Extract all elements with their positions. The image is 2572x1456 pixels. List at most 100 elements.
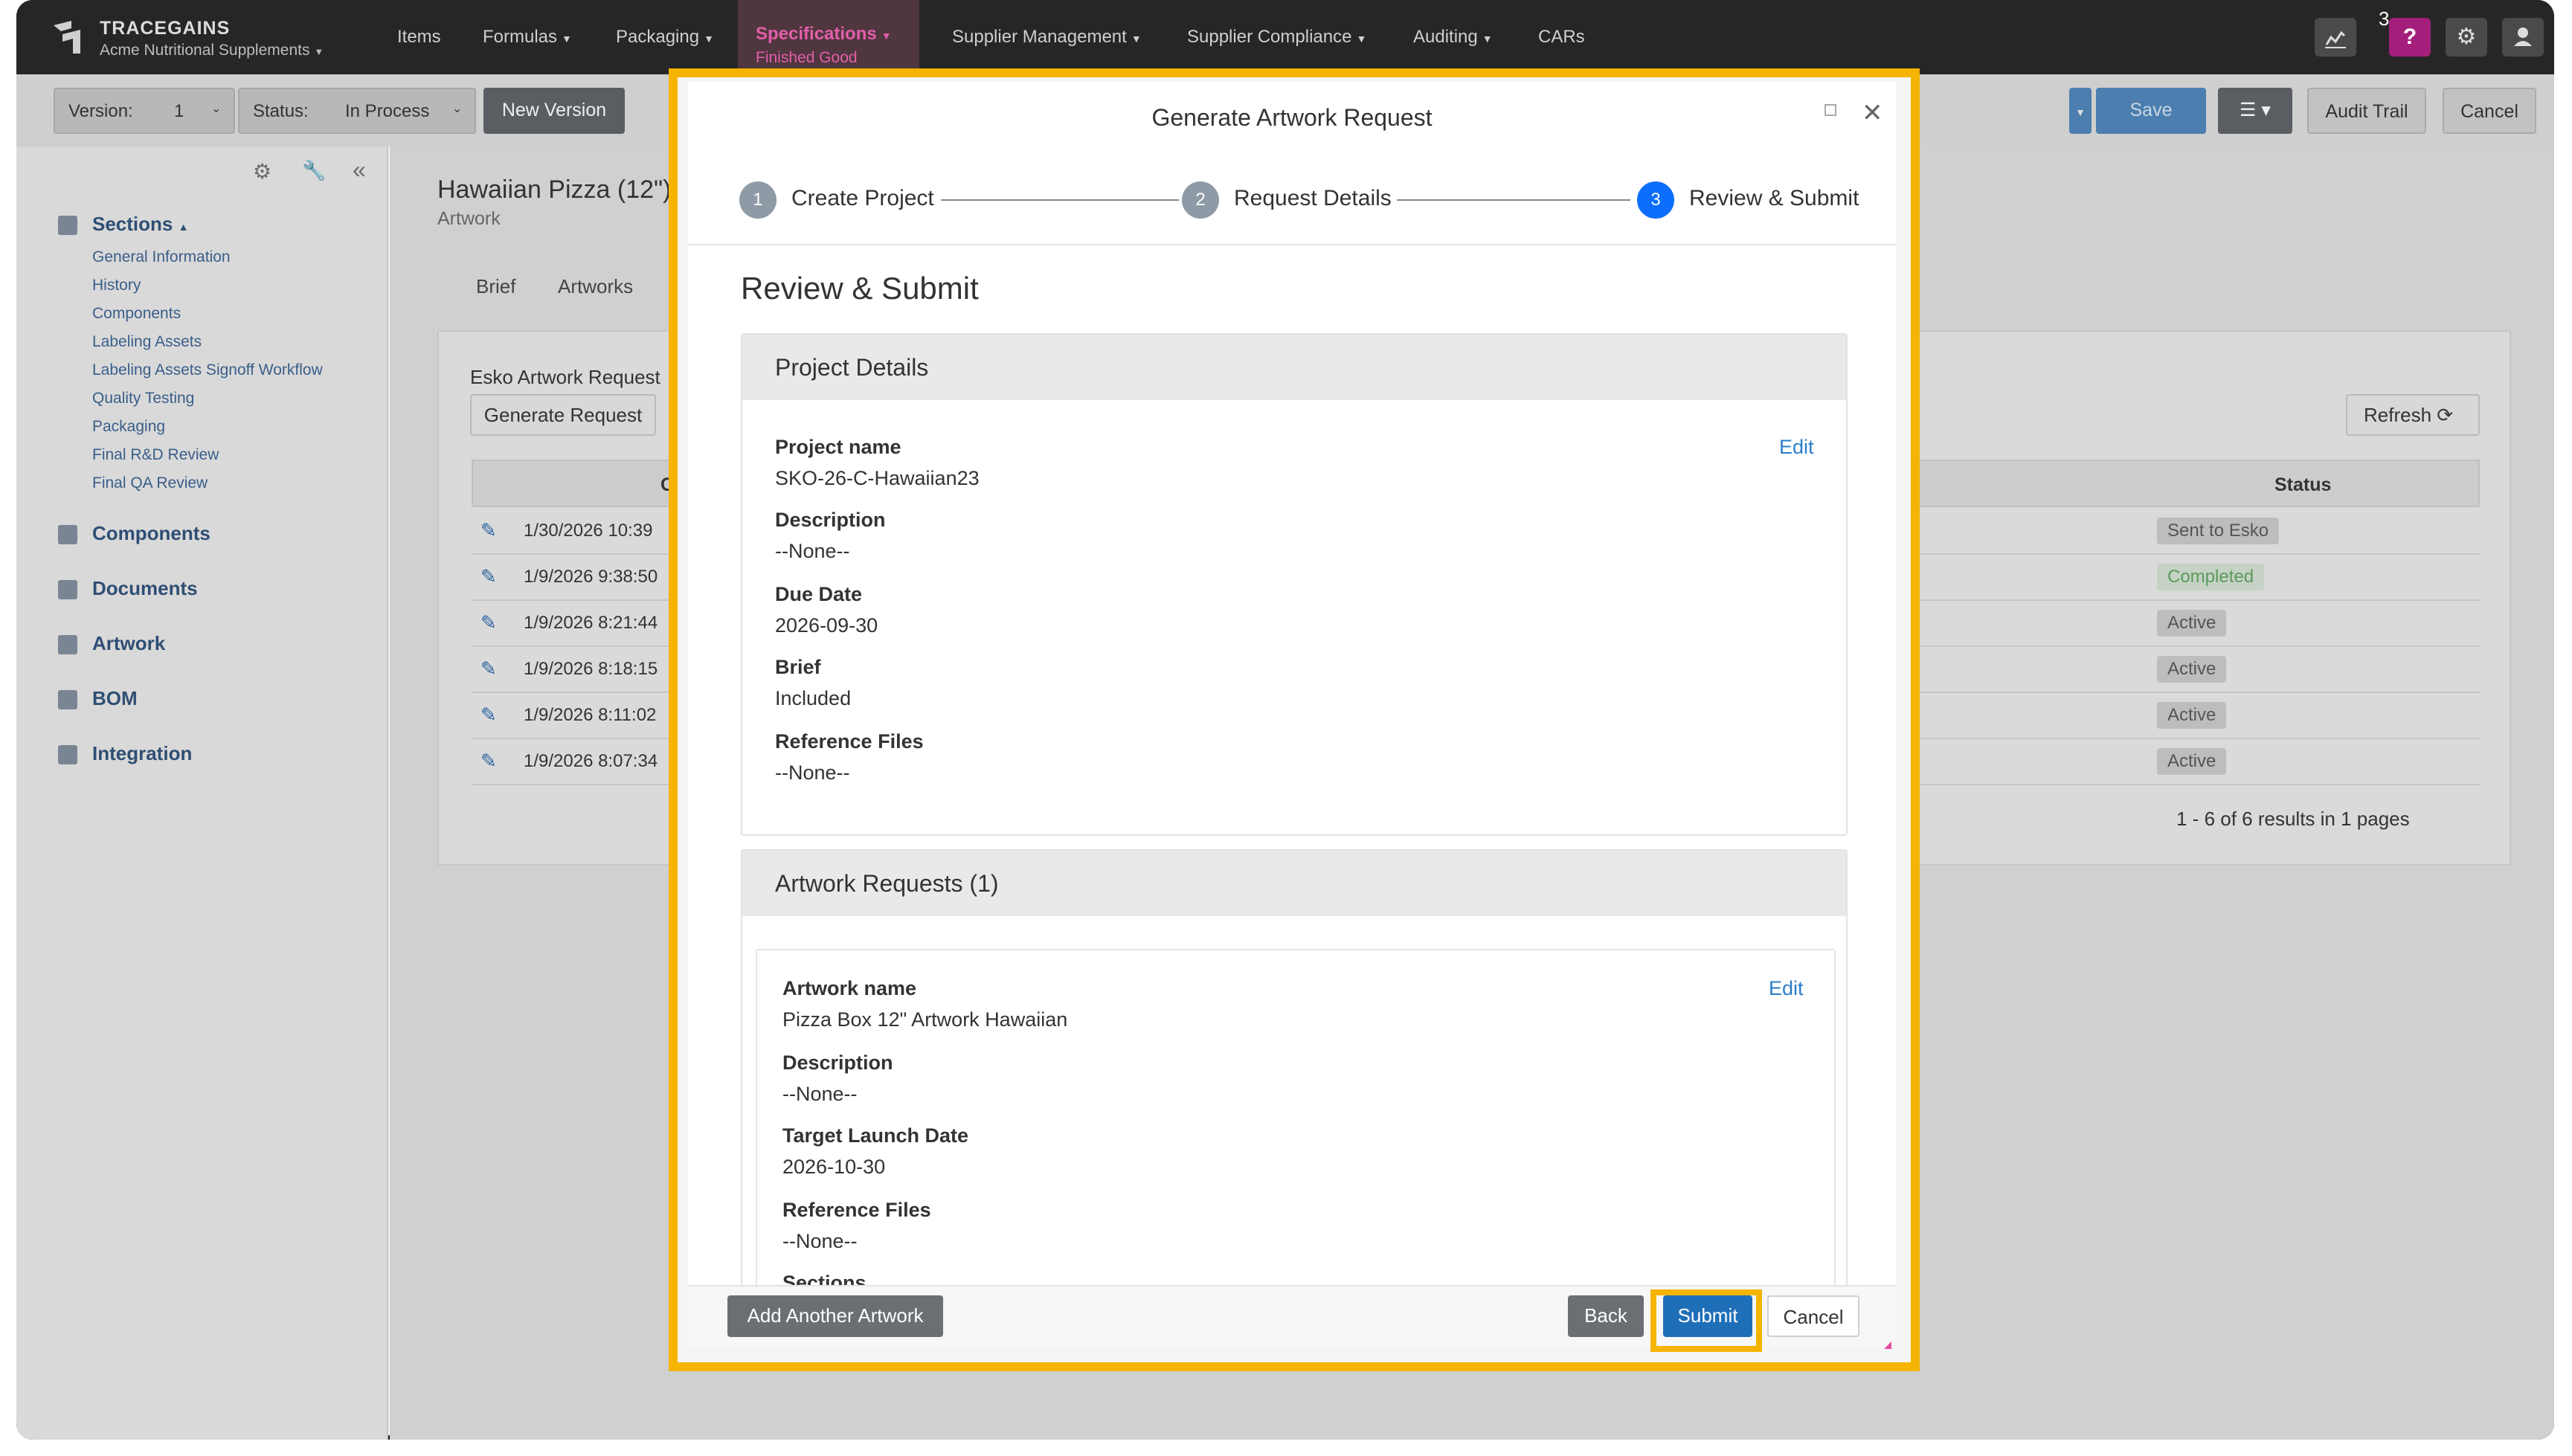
nav-cars-label: CARs (1538, 27, 1585, 47)
tab-brief[interactable]: Brief (476, 275, 515, 298)
sidebar-item-bom[interactable]: BOM (92, 687, 138, 710)
bom-icon (58, 690, 77, 709)
settings-button[interactable]: ⚙ (2446, 18, 2487, 57)
sections-toggle[interactable]: Sections ▲ (92, 213, 188, 236)
edit-icon[interactable]: ✎ (480, 565, 497, 588)
step-connector (1397, 199, 1630, 201)
save-dropdown-button[interactable]: ▼ (2069, 88, 2092, 134)
field-label: Reference Files (775, 730, 924, 753)
nav-formulas[interactable]: Formulas ▼ (483, 27, 572, 48)
edit-icon[interactable]: ✎ (480, 703, 497, 727)
org-selector[interactable]: Acme Nutritional Supplements ▼ (100, 42, 324, 59)
help-button[interactable]: ? (2389, 18, 2431, 57)
artwork-icon (58, 635, 77, 654)
row-date: 1/30/2026 10:39 (524, 521, 653, 541)
nav-specifications-text: Specifications (756, 24, 877, 44)
collapse-icon[interactable]: « (353, 156, 366, 184)
status-badge: Active (2157, 610, 2227, 637)
sidebar-item-general-information[interactable]: General Information (92, 248, 231, 266)
sidebar-item-labeling-assets[interactable]: Labeling Assets (92, 333, 202, 351)
submit-highlight (1650, 1289, 1762, 1352)
modal-title: Generate Artwork Request (1151, 104, 1433, 131)
step-3-indicator: 3 (1637, 181, 1674, 219)
nav-supplier-compliance[interactable]: Supplier Compliance ▼ (1187, 27, 1366, 48)
step-connector (941, 199, 1179, 201)
resize-handle-icon[interactable] (1884, 1341, 1891, 1349)
nav-specifications-label: Specifications ▼ (756, 24, 892, 45)
nav-items[interactable]: Items (397, 27, 441, 48)
edit-icon[interactable]: ✎ (480, 611, 497, 634)
nav-supplier-management[interactable]: Supplier Management ▼ (952, 27, 1142, 48)
sidebar-item-components[interactable]: Components (92, 522, 210, 545)
sidebar-item-documents[interactable]: Documents (92, 577, 198, 600)
chevron-down-icon: ⌄ (452, 103, 463, 115)
nav-specifications[interactable]: Specifications ▼ Finished Good (738, 0, 919, 74)
back-button[interactable]: Back (1568, 1295, 1644, 1337)
nav-cars[interactable]: CARs (1538, 27, 1585, 48)
analytics-button[interactable] (2315, 18, 2356, 57)
refresh-button[interactable]: Refresh ⟳ (2346, 394, 2480, 436)
nav-packaging[interactable]: Packaging ▼ (616, 27, 714, 48)
cancel-page-button[interactable]: Cancel (2443, 88, 2536, 134)
sidebar-item-packaging[interactable]: Packaging (92, 418, 165, 436)
page-subtitle: Artwork (437, 208, 501, 229)
project-details-header: Project Details (742, 335, 1846, 400)
row-date: 1/9/2026 8:18:15 (524, 659, 658, 679)
sidebar-item-history[interactable]: History (92, 277, 141, 294)
nav-auditing[interactable]: Auditing ▼ (1413, 27, 1493, 48)
status-badge: Completed (2157, 564, 2265, 590)
nav-supplier-management-label: Supplier Management (952, 27, 1127, 47)
sidebar-item-final-qa-review[interactable]: Final QA Review (92, 474, 208, 492)
nav-items-label: Items (397, 27, 441, 47)
status-value: In Process (345, 101, 430, 121)
chevron-down-icon: ▼ (1356, 33, 1367, 45)
user-menu-button[interactable] (2502, 18, 2544, 57)
edit-icon[interactable]: ✎ (480, 750, 497, 773)
edit-artwork-link[interactable]: Edit (1769, 977, 1804, 1000)
version-label: Version: (68, 101, 133, 121)
nav-packaging-label: Packaging (616, 27, 700, 47)
close-icon[interactable]: ✕ (1862, 98, 1883, 128)
sections-icon (58, 216, 77, 235)
status-select[interactable]: Status: In Process ⌄ (238, 88, 476, 134)
field-label: Brief (775, 656, 821, 678)
field-value: 2026-10-30 (782, 1156, 886, 1178)
edit-icon[interactable]: ✎ (480, 519, 497, 542)
status-badge: Active (2157, 748, 2227, 775)
new-version-button[interactable]: New Version (483, 88, 625, 134)
cancel-modal-button[interactable]: Cancel (1767, 1295, 1859, 1337)
version-select[interactable]: Version: 1 ⌄ (54, 88, 235, 134)
save-button[interactable]: Save (2096, 88, 2206, 134)
chevron-down-icon: ▼ (1482, 33, 1493, 45)
panel-title: Esko Artwork Request (470, 366, 660, 388)
notification-count: 3 (2379, 7, 2390, 30)
sidebar-item-artwork[interactable]: Artwork (92, 632, 165, 655)
sidebar-item-final-rd-review[interactable]: Final R&D Review (92, 446, 219, 464)
sidebar-item-labeling-assets-signoff[interactable]: Labeling Assets Signoff Workflow (92, 361, 323, 379)
components-icon (58, 525, 77, 544)
sidebar-item-integration[interactable]: Integration (92, 742, 192, 765)
sidebar-item-quality-testing[interactable]: Quality Testing (92, 390, 194, 408)
field-label: Due Date (775, 583, 863, 605)
chart-icon (2325, 30, 2346, 48)
field-value: Pizza Box 12" Artwork Hawaiian (782, 1008, 1068, 1031)
sidebar-item-components-section[interactable]: Components (92, 305, 181, 323)
user-icon (2514, 28, 2532, 46)
maximize-icon[interactable] (1824, 104, 1836, 116)
artwork-requests-heading: Artwork Requests (1) (775, 870, 999, 897)
gear-icon[interactable]: ⚙ (253, 159, 271, 184)
field-label: Target Launch Date (782, 1124, 969, 1147)
generate-request-button[interactable]: Generate Request (470, 394, 656, 436)
actions-menu-button[interactable]: ☰ ▾ (2218, 88, 2292, 134)
gear-icon: ⚙ (2456, 25, 2477, 49)
edit-project-link[interactable]: Edit (1779, 436, 1814, 459)
audit-trail-button[interactable]: Audit Trail (2307, 88, 2426, 134)
step-1-label: Create Project (791, 186, 934, 210)
add-another-artwork-button[interactable]: Add Another Artwork (727, 1295, 943, 1337)
tab-artworks[interactable]: Artworks (558, 275, 633, 298)
edit-icon[interactable]: ✎ (480, 657, 497, 680)
nav-supplier-compliance-label: Supplier Compliance (1187, 27, 1352, 47)
version-value: 1 (174, 101, 184, 121)
wrench-icon[interactable]: 🔧 (302, 159, 326, 182)
field-label: Project name (775, 436, 901, 458)
